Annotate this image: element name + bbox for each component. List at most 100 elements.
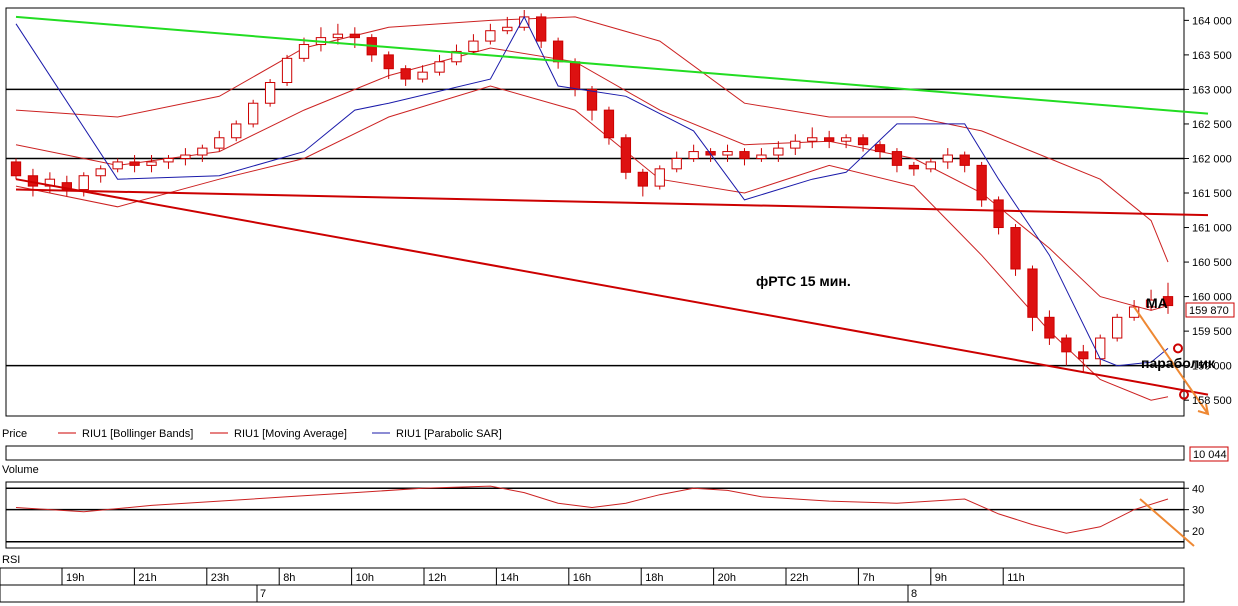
candle-body	[485, 30, 496, 42]
legend-parabolic-sar: RIU1 [Parabolic SAR]	[396, 428, 502, 440]
candle-body	[197, 147, 208, 156]
candle-body	[536, 16, 547, 42]
candle-body	[586, 88, 598, 111]
candle-body	[807, 137, 818, 142]
candle-body	[874, 144, 886, 153]
candle-body	[1010, 227, 1021, 270]
candle-body	[620, 137, 632, 173]
price-tick-label: 164 000	[1192, 15, 1232, 27]
candle-body	[671, 157, 682, 170]
candle-body	[993, 199, 1004, 229]
candle-body	[129, 161, 140, 166]
time-tick-label: 7h	[862, 572, 874, 584]
candle-body	[688, 151, 699, 159]
candle-body	[281, 57, 293, 84]
candle-body	[1112, 316, 1123, 339]
rsi-tick-label: 30	[1192, 505, 1204, 517]
volume-panel-label: Volume	[2, 464, 39, 476]
candle-body	[1078, 351, 1089, 360]
candle-body	[925, 161, 936, 170]
chart-annotation-title: фРТС 15 мин.	[756, 273, 851, 289]
candle-body	[756, 154, 767, 159]
legend-moving-average: RIU1 [Moving Average]	[234, 428, 347, 440]
candle-body	[214, 137, 225, 149]
candle-body	[739, 151, 750, 159]
candle-body	[10, 161, 22, 177]
day-label: 7	[260, 588, 266, 600]
time-tick-label: 21h	[138, 572, 156, 584]
candle-body	[417, 71, 428, 80]
last-price-label: 159 870	[1189, 305, 1229, 317]
time-tick-label: 12h	[428, 572, 446, 584]
time-tick-label: 10h	[356, 572, 374, 584]
rsi-tick-label: 40	[1192, 483, 1204, 495]
candle-body	[434, 61, 445, 73]
time-tick-label: 20h	[718, 572, 736, 584]
price-tick-label: 161 500	[1192, 188, 1232, 200]
volume-panel	[5, 445, 1185, 461]
price-tick-label: 161 000	[1192, 223, 1232, 235]
candle-body	[857, 137, 869, 146]
chart-canvas: 164 000 163 500 163 000 162 500 162 000 161 5…	[0, 7, 1235, 603]
candle-body	[349, 33, 360, 39]
candle-body	[840, 137, 852, 142]
candle-body	[78, 175, 89, 191]
rsi-panel	[5, 481, 1185, 549]
candle-body	[891, 151, 903, 166]
price-tick-label: 159 500	[1192, 326, 1232, 338]
candle-body	[569, 61, 581, 90]
price-tick-label: 158 500	[1192, 395, 1232, 407]
day-label: 8	[911, 588, 917, 600]
candle-body	[1044, 316, 1055, 339]
candle-body	[790, 140, 801, 149]
candle-body	[95, 168, 106, 177]
candle-body	[332, 33, 344, 39]
candle-body	[1095, 337, 1106, 360]
price-panel	[5, 7, 1185, 417]
time-tick-label: 11h	[1007, 572, 1025, 584]
candle-body	[959, 154, 970, 166]
candle-body	[773, 147, 784, 156]
time-tick-label: 19h	[66, 572, 84, 584]
time-tick-label: 16h	[573, 572, 591, 584]
time-tick-label: 9h	[935, 572, 947, 584]
candle-body	[502, 26, 513, 32]
price-panel-label: Price	[2, 428, 27, 440]
candle-body	[383, 54, 394, 70]
candle-body	[552, 40, 564, 63]
rsi-tick-label: 20	[1192, 526, 1204, 538]
price-tick-label: 163 000	[1192, 84, 1232, 96]
time-tick-label: 18h	[645, 572, 663, 584]
candle-body	[942, 154, 953, 163]
candle-body	[400, 68, 411, 80]
volume-last-label: 10 044	[1193, 449, 1227, 461]
candle-body	[1061, 337, 1072, 353]
candle-body	[722, 151, 733, 156]
candle-body	[264, 82, 276, 104]
candle-body	[163, 157, 174, 163]
price-tick-label: 162 500	[1192, 119, 1232, 131]
time-tick-label: 8h	[283, 572, 295, 584]
ma-annotation: MA	[1146, 295, 1168, 311]
candle-body	[298, 44, 310, 59]
candle-body	[248, 102, 259, 125]
candle-body	[824, 137, 835, 142]
sar-annotation: параболик	[1141, 355, 1216, 371]
candle-body	[976, 164, 987, 201]
candle-body	[603, 109, 615, 139]
candle-body	[637, 171, 648, 187]
candle-body	[908, 164, 920, 170]
time-tick-label: 14h	[500, 572, 518, 584]
price-tick-label: 163 500	[1192, 50, 1232, 62]
price-tick-label: 160 000	[1192, 292, 1232, 304]
candle-body	[146, 161, 157, 166]
candle-body	[1027, 268, 1038, 318]
rsi-panel-label: RSI	[2, 554, 20, 566]
candle-body	[112, 161, 123, 170]
candle-body	[180, 154, 191, 159]
candle-body	[654, 168, 665, 187]
time-tick-label: 22h	[790, 572, 808, 584]
time-tick-label: 23h	[211, 572, 229, 584]
price-tick-label: 162 000	[1192, 153, 1232, 165]
candle-body	[231, 123, 242, 139]
